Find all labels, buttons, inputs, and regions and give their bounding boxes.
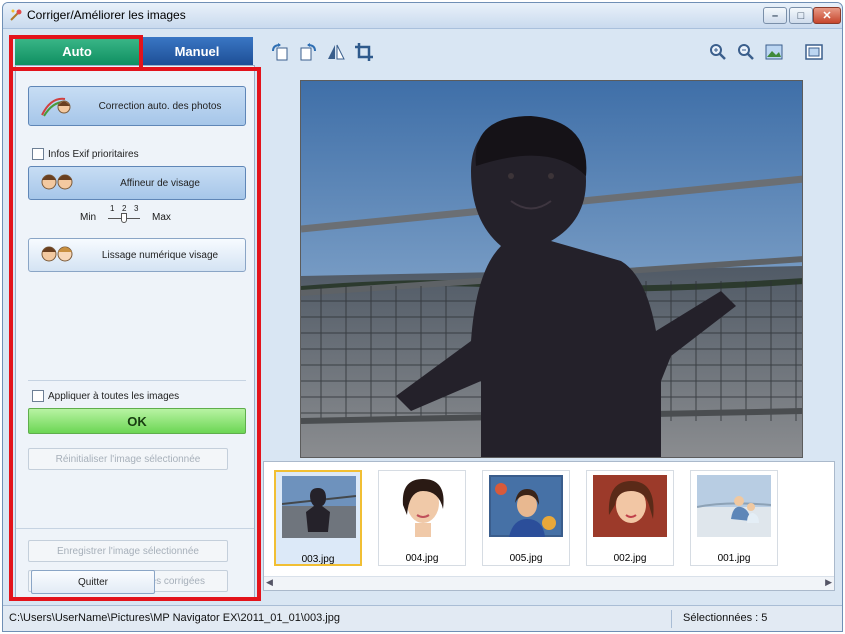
horizontal-scrollbar[interactable]: ◀ ▶	[264, 576, 834, 590]
slider-thumb[interactable]	[121, 213, 127, 223]
apply-all-checkbox[interactable]	[32, 390, 44, 402]
thumbnail-strip: 003.jpg 004.jpg 005.jpg 002.jpg 001.jpg …	[263, 461, 835, 591]
face-sharpener-icon	[41, 174, 73, 190]
intensity-slider[interactable]: Min 1 2 3 Max	[80, 204, 200, 226]
scroll-right-icon[interactable]: ▶	[825, 577, 832, 588]
thumbnail-label: 003.jpg	[301, 554, 335, 565]
thumbnail-label: 004.jpg	[405, 553, 439, 564]
crop-icon	[355, 43, 373, 61]
auto-photo-label: Correction auto. des photos	[98, 100, 222, 112]
close-button[interactable]: ✕	[813, 7, 841, 24]
tab-auto-label: Auto	[62, 43, 92, 59]
window-title: Corriger/Améliorer les images	[27, 8, 186, 22]
title-bar: Corriger/Améliorer les images – □ ✕	[3, 3, 842, 29]
rotate-left-button[interactable]	[269, 41, 291, 63]
face-sharpener-button[interactable]: Affineur de visage	[28, 166, 246, 200]
thumbnail-image	[697, 475, 771, 537]
thumbnail-image	[385, 475, 459, 537]
thumbnail-item[interactable]: 001.jpg	[690, 470, 778, 566]
thumbnail-label: 005.jpg	[509, 553, 543, 564]
face-smoothing-icon	[41, 246, 73, 262]
slider-max-label: Max	[152, 212, 171, 223]
minimize-icon: –	[771, 9, 779, 22]
flip-icon	[328, 44, 345, 60]
status-bar: C:\Users\UserName\Pictures\MP Navigator …	[3, 605, 842, 631]
status-selected-count: Sélectionnées : 5	[683, 612, 768, 624]
quit-label: Quitter	[77, 576, 108, 588]
toolbar	[259, 35, 842, 75]
exif-checkbox-row[interactable]: Infos Exif prioritaires	[32, 148, 139, 160]
digital-face-smoothing-button[interactable]: Lissage numérique visage	[28, 238, 246, 272]
save-selected-button[interactable]: Enregistrer l'image sélectionnée	[28, 540, 228, 562]
divider	[28, 380, 246, 381]
scroll-left-icon[interactable]: ◀	[266, 577, 273, 588]
status-file-path: C:\Users\UserName\Pictures\MP Navigator …	[9, 612, 340, 624]
reset-label: Réinitialiser l'image sélectionnée	[55, 453, 201, 465]
zoom-in-button[interactable]	[707, 41, 729, 63]
thumbnail-item[interactable]: 004.jpg	[378, 470, 466, 566]
apply-all-checkbox-row[interactable]: Appliquer à toutes les images	[32, 390, 179, 402]
highlight-outline-tab-edge	[139, 35, 143, 71]
fit-window-icon	[805, 44, 823, 60]
zoom-out-button[interactable]	[735, 41, 757, 63]
rotate-right-icon	[300, 43, 316, 61]
app-window: Corriger/Améliorer les images – □ ✕ Auto…	[2, 2, 843, 632]
correction-panel: Auto Manuel Correction auto. des photos …	[11, 35, 257, 601]
exif-checkbox[interactable]	[32, 148, 44, 160]
thumbnail-item[interactable]: 003.jpg	[274, 470, 362, 566]
apply-all-label: Appliquer à toutes les images	[48, 390, 180, 402]
tab-manual[interactable]: Manuel	[141, 37, 253, 65]
highlight-outline-top-left	[9, 35, 13, 71]
ok-label: OK	[127, 413, 147, 429]
slider-tick-label: 1	[110, 204, 115, 213]
flip-button[interactable]	[325, 41, 347, 63]
face-sharpener-label: Affineur de visage	[120, 177, 200, 189]
full-view-button[interactable]	[763, 41, 785, 63]
preview-photo	[301, 81, 802, 457]
rotate-left-icon	[272, 43, 288, 61]
rotate-right-button[interactable]	[297, 41, 319, 63]
reset-selected-button[interactable]: Réinitialiser l'image sélectionnée	[28, 448, 228, 470]
thumbnail-image	[489, 475, 563, 537]
status-divider	[671, 610, 672, 628]
slider-tick-label: 2	[122, 204, 127, 213]
tab-manual-label: Manuel	[174, 43, 220, 59]
full-view-icon	[765, 44, 783, 60]
thumbnail-image	[593, 475, 667, 537]
maximize-icon: □	[797, 9, 805, 22]
thumbnail-image	[282, 476, 356, 538]
auto-panel-body: Correction auto. des photos Infos Exif p…	[15, 65, 255, 599]
slider-min-label: Min	[80, 212, 97, 223]
digital-face-label: Lissage numérique visage	[101, 249, 219, 261]
image-preview[interactable]	[300, 80, 803, 458]
close-icon: ✕	[822, 10, 832, 22]
app-icon	[10, 9, 22, 21]
zoom-out-icon	[738, 44, 754, 60]
minimize-button[interactable]: –	[763, 7, 787, 24]
highlight-outline-top	[9, 35, 143, 39]
save-selected-label: Enregistrer l'image sélectionnée	[57, 545, 199, 557]
thumbnail-item[interactable]: 002.jpg	[586, 470, 674, 566]
exif-label: Infos Exif prioritaires	[48, 148, 139, 160]
ok-button[interactable]: OK	[28, 408, 246, 434]
fit-window-button[interactable]	[803, 41, 825, 63]
quit-button[interactable]: Quitter	[31, 570, 155, 594]
zoom-in-icon	[710, 44, 726, 60]
slider-tick-label: 3	[134, 204, 139, 213]
divider	[16, 528, 254, 529]
crop-button[interactable]	[353, 41, 375, 63]
thumbnail-item[interactable]: 005.jpg	[482, 470, 570, 566]
thumbnail-label: 002.jpg	[613, 553, 647, 564]
maximize-button[interactable]: □	[789, 7, 813, 24]
auto-photo-correction-button[interactable]: Correction auto. des photos	[28, 86, 246, 126]
thumbnail-label: 001.jpg	[717, 553, 751, 564]
auto-correction-icon	[41, 97, 71, 117]
tab-auto[interactable]: Auto	[15, 37, 139, 65]
